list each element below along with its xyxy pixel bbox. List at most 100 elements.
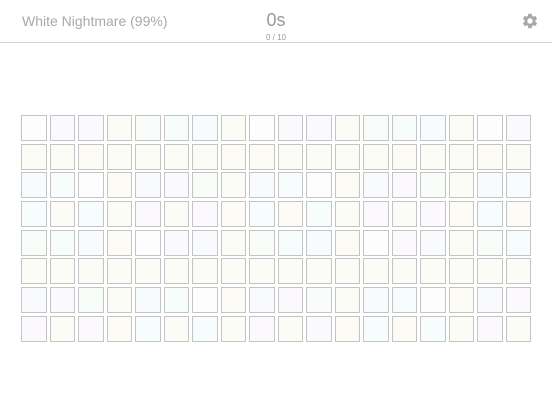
grid-tile[interactable] xyxy=(78,143,104,170)
grid-tile[interactable] xyxy=(363,172,389,199)
grid-tile[interactable] xyxy=(249,258,275,285)
grid-tile[interactable] xyxy=(220,143,246,170)
grid-tile[interactable] xyxy=(220,258,246,285)
grid-tile[interactable] xyxy=(135,172,161,199)
grid-tile[interactable] xyxy=(135,315,161,342)
grid-tile[interactable] xyxy=(78,229,104,256)
grid-tile[interactable] xyxy=(249,172,275,199)
grid-tile[interactable] xyxy=(249,229,275,256)
grid-tile[interactable] xyxy=(448,143,474,170)
grid-tile[interactable] xyxy=(334,229,360,256)
grid-tile[interactable] xyxy=(448,115,474,141)
grid-tile[interactable] xyxy=(192,201,218,228)
grid-tile[interactable] xyxy=(49,229,75,256)
grid-tile[interactable] xyxy=(363,201,389,228)
grid-tile[interactable] xyxy=(277,172,303,199)
grid-tile[interactable] xyxy=(334,172,360,199)
grid-tile[interactable] xyxy=(420,143,446,170)
grid-tile[interactable] xyxy=(420,258,446,285)
grid-tile[interactable] xyxy=(477,172,503,199)
settings-button[interactable] xyxy=(521,12,539,30)
grid-tile[interactable] xyxy=(106,115,132,141)
grid-tile[interactable] xyxy=(391,201,417,228)
grid-tile[interactable] xyxy=(420,287,446,314)
grid-tile[interactable] xyxy=(49,115,75,141)
grid-tile[interactable] xyxy=(106,258,132,285)
grid-tile[interactable] xyxy=(163,115,189,141)
grid-tile[interactable] xyxy=(249,115,275,141)
grid-tile[interactable] xyxy=(49,172,75,199)
grid-tile[interactable] xyxy=(192,115,218,141)
grid-tile[interactable] xyxy=(477,258,503,285)
grid-tile[interactable] xyxy=(78,287,104,314)
grid-tile[interactable] xyxy=(21,172,47,199)
grid-tile[interactable] xyxy=(334,201,360,228)
grid-tile[interactable] xyxy=(163,287,189,314)
grid-tile[interactable] xyxy=(106,172,132,199)
grid-tile[interactable] xyxy=(163,258,189,285)
grid-tile[interactable] xyxy=(78,258,104,285)
grid-tile[interactable] xyxy=(505,315,531,342)
grid-tile[interactable] xyxy=(21,258,47,285)
grid-tile[interactable] xyxy=(363,143,389,170)
grid-tile[interactable] xyxy=(106,143,132,170)
grid-tile[interactable] xyxy=(477,229,503,256)
grid-tile[interactable] xyxy=(334,287,360,314)
grid-tile[interactable] xyxy=(477,115,503,141)
grid-tile[interactable] xyxy=(163,201,189,228)
grid-tile[interactable] xyxy=(391,229,417,256)
grid-tile[interactable] xyxy=(106,229,132,256)
grid-tile[interactable] xyxy=(220,115,246,141)
grid-tile[interactable] xyxy=(477,287,503,314)
grid-tile[interactable] xyxy=(249,287,275,314)
grid-tile[interactable] xyxy=(249,315,275,342)
grid-tile[interactable] xyxy=(135,287,161,314)
grid-tile[interactable] xyxy=(192,143,218,170)
grid-tile[interactable] xyxy=(78,315,104,342)
grid-tile[interactable] xyxy=(49,143,75,170)
grid-tile[interactable] xyxy=(277,229,303,256)
grid-tile[interactable] xyxy=(477,315,503,342)
grid-tile[interactable] xyxy=(391,258,417,285)
grid-tile[interactable] xyxy=(420,315,446,342)
grid-tile[interactable] xyxy=(49,315,75,342)
grid-tile[interactable] xyxy=(363,115,389,141)
grid-tile[interactable] xyxy=(363,229,389,256)
grid-tile[interactable] xyxy=(192,229,218,256)
grid-tile[interactable] xyxy=(192,315,218,342)
grid-tile[interactable] xyxy=(192,258,218,285)
grid-tile[interactable] xyxy=(277,315,303,342)
grid-tile[interactable] xyxy=(505,201,531,228)
grid-tile[interactable] xyxy=(277,287,303,314)
grid-tile[interactable] xyxy=(106,315,132,342)
grid-tile[interactable] xyxy=(420,115,446,141)
grid-tile[interactable] xyxy=(363,315,389,342)
grid-tile[interactable] xyxy=(420,172,446,199)
grid-tile[interactable] xyxy=(21,229,47,256)
grid-tile[interactable] xyxy=(448,287,474,314)
grid-tile[interactable] xyxy=(391,315,417,342)
grid-tile[interactable] xyxy=(306,287,332,314)
grid-tile[interactable] xyxy=(505,172,531,199)
grid-tile[interactable] xyxy=(477,143,503,170)
grid-tile[interactable] xyxy=(220,287,246,314)
grid-tile[interactable] xyxy=(106,201,132,228)
grid-tile[interactable] xyxy=(391,143,417,170)
grid-tile[interactable] xyxy=(192,287,218,314)
grid-tile[interactable] xyxy=(277,201,303,228)
grid-tile[interactable] xyxy=(220,229,246,256)
grid-tile[interactable] xyxy=(334,115,360,141)
grid-tile[interactable] xyxy=(334,143,360,170)
grid-tile[interactable] xyxy=(220,315,246,342)
grid-tile[interactable] xyxy=(249,143,275,170)
grid-tile[interactable] xyxy=(505,229,531,256)
grid-tile[interactable] xyxy=(163,143,189,170)
grid-tile[interactable] xyxy=(505,143,531,170)
grid-tile[interactable] xyxy=(21,287,47,314)
grid-tile[interactable] xyxy=(21,115,47,141)
grid-tile[interactable] xyxy=(192,172,218,199)
grid-tile[interactable] xyxy=(420,229,446,256)
grid-tile[interactable] xyxy=(220,172,246,199)
grid-tile[interactable] xyxy=(363,258,389,285)
grid-tile[interactable] xyxy=(334,258,360,285)
